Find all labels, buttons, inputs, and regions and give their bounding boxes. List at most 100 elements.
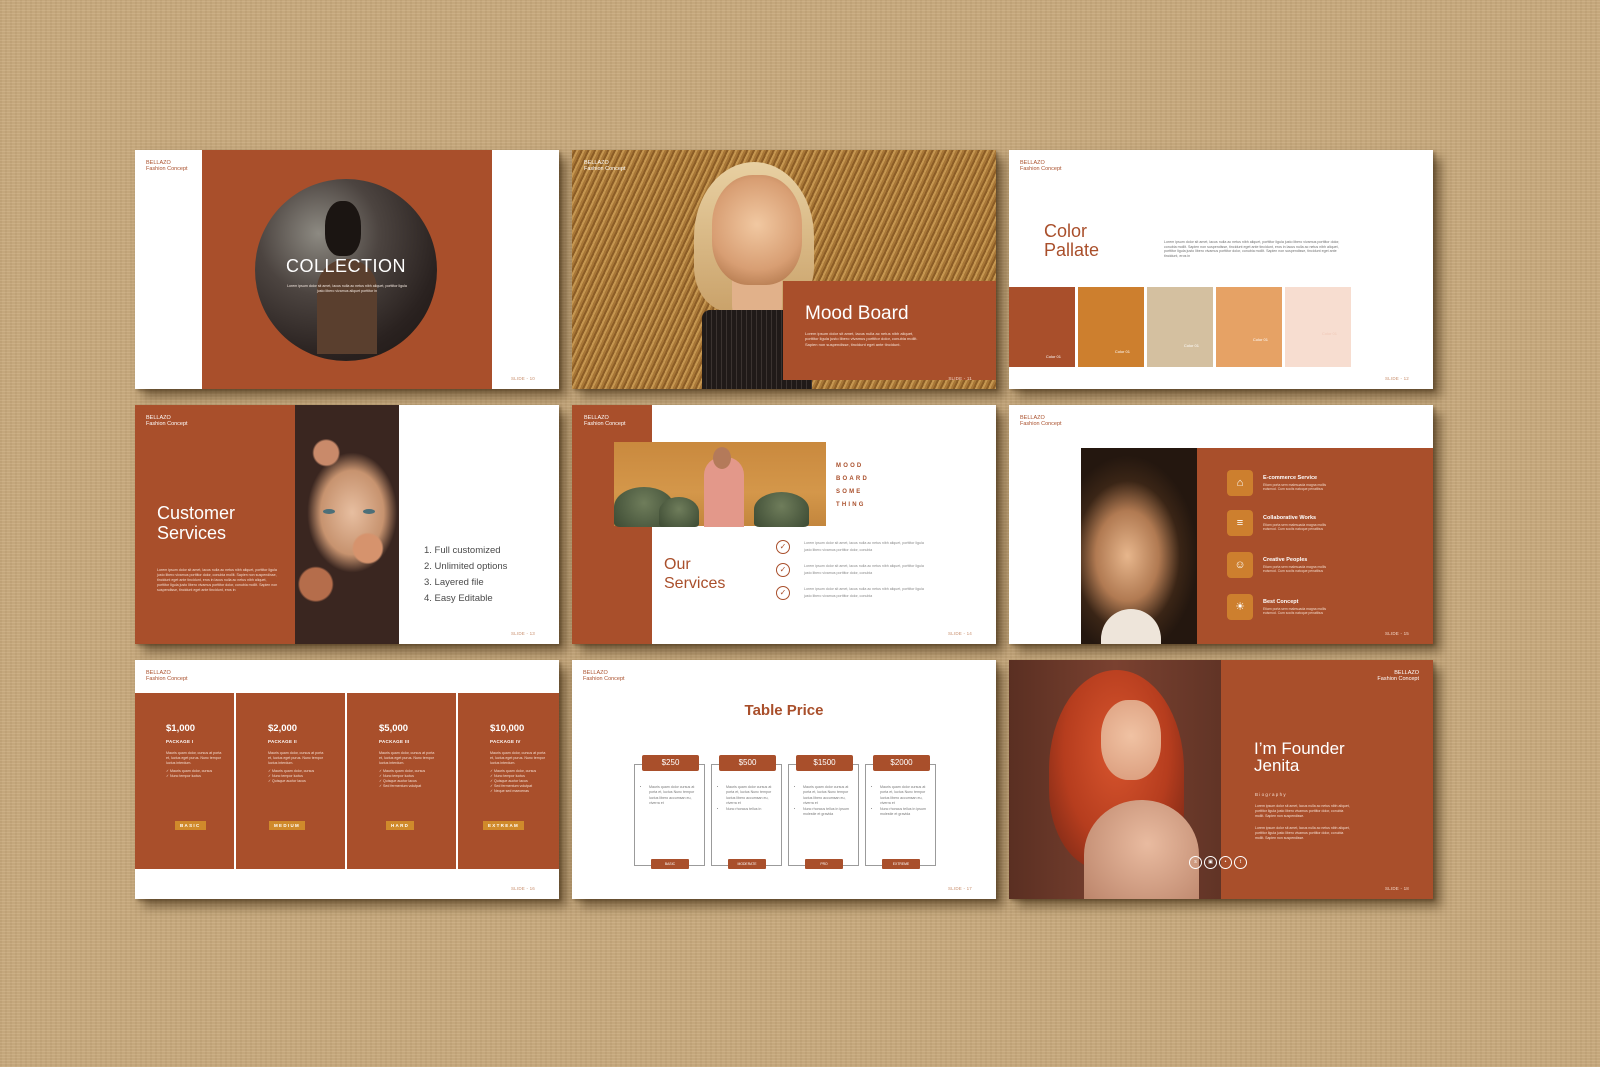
plan-level-button[interactable]: MODERATE <box>728 859 766 869</box>
service-desc: Etiam porta sem malesuada magna mollis e… <box>1263 564 1327 573</box>
photo-detail <box>1101 700 1161 780</box>
slide-color-pallate[interactable]: BELLAZO Fashion Concept Color Pallate Lor… <box>1009 150 1433 389</box>
mood-word: THING <box>836 502 866 508</box>
brand-label: BELLAZO Fashion Concept <box>583 670 625 682</box>
package-column: $1,000 PACKAGE I Mauris quam dolor, cursus… <box>135 693 234 869</box>
package-desc: Mauris quam dolor, cursus at porta et, l… <box>268 751 324 765</box>
slide-our-services[interactable]: BELLAZO Fashion Concept MOOD BOARD SOME THIN… <box>572 405 996 644</box>
color-swatches: Color 01 Color 01 Color 01 Color 01 Color 01 <box>1009 287 1351 367</box>
price-card: $2000 Mauris quam dolor cursus at porta e… <box>865 755 936 869</box>
mood-word: SOME <box>836 489 863 495</box>
slide-number: SLIDE - 16 <box>510 886 535 891</box>
package-tag-button[interactable]: BASIC <box>175 821 206 830</box>
slide-customer-services[interactable]: BELLAZO Fashion Concept Customer Services… <box>135 405 559 644</box>
slide-founder[interactable]: BELLAZO Fashion Concept I’m Founder Jenit… <box>1009 660 1433 899</box>
service-item-text: Lorem ipsum dolor sit amet, lacus nulla … <box>804 540 924 552</box>
package-desc: Mauris quam dolor, cursus at porta et, l… <box>166 751 222 765</box>
service-row: ≡ Collaborative Works Etiam porta sem male… <box>1227 510 1338 536</box>
package-features: Mauris quam dolor, cursusNunc tempor luc… <box>268 769 345 783</box>
package-name: PACKAGE II <box>268 739 297 744</box>
service-item: ✓ Lorem ipsum dolor sit amet, lacus nulla… <box>776 535 924 558</box>
twitter-icon[interactable]: • <box>1219 856 1232 869</box>
slide-title: COLLECTION <box>285 256 407 276</box>
services-panel: ⌂ E-commerce Service Etiam porta sem males… <box>1197 448 1433 644</box>
package-price: $1,000 <box>166 723 196 734</box>
package-features: Mauris quam dolor, cursusNunc tempor luc… <box>166 769 234 779</box>
swatch-label: Color 01 <box>1045 354 1061 359</box>
photo-detail <box>712 175 802 285</box>
package-price: $10,000 <box>490 723 525 734</box>
color-swatch: Color 01 <box>1147 287 1213 367</box>
sliders-icon: ≡ <box>1227 510 1253 536</box>
slide-number: SLIDE - 18 <box>1384 886 1409 891</box>
price-feature: Mauris quam dolor cursus at porta et, lu… <box>726 785 777 807</box>
service-title: Creative Peoples <box>1263 556 1308 563</box>
package-tag-button[interactable]: MEDIUM <box>269 821 306 830</box>
services-photo <box>614 442 826 527</box>
package-tag-button[interactable]: HARD <box>386 821 415 830</box>
slide-table-price[interactable]: BELLAZOFashion Concept Table Price $250 M… <box>572 660 996 899</box>
price-features: Mauris quam dolor cursus at porta et, lu… <box>644 785 700 807</box>
package-desc: Mauris quam dolor, cursus at porta et, l… <box>379 751 435 765</box>
price-header: $500 <box>719 755 776 771</box>
price-card: $1500 Mauris quam dolor cursus at porta e… <box>788 755 859 869</box>
swatch-label: Color 01 <box>1114 349 1130 354</box>
package-tag-button[interactable]: EXTREAM <box>483 821 525 830</box>
price-feature: Nunc rhoncus tellus in ipsum molestie et… <box>803 807 854 818</box>
package-price: $2,000 <box>268 723 298 734</box>
package-columns: $1,000 PACKAGE I Mauris quam dolor, cursus… <box>135 693 559 869</box>
skype-icon[interactable]: s <box>1189 856 1202 869</box>
plan-level-button[interactable]: EXTREME <box>882 859 920 869</box>
service-text: Collaborative Works Etiam porta sem males… <box>1263 515 1338 531</box>
rust-panel: BELLAZO Fashion Concept Customer Services… <box>135 405 295 644</box>
plan-level-button[interactable]: BASIC <box>651 859 689 869</box>
package-feature: Nunc tempor luctus <box>166 774 234 779</box>
feature-list: 1. Full customized 2. Unlimited options 3.… <box>424 543 507 607</box>
check-circle-icon: ✓ <box>776 539 790 554</box>
slide-number: SLIDE - 10 <box>510 376 535 381</box>
slide-number: SLIDE - 14 <box>947 631 972 636</box>
package-price: $5,000 <box>379 723 409 734</box>
package-features: Mauris quam dolor, cursusNunc tempor luc… <box>379 769 456 788</box>
service-text: Creative Peoples Etiam porta sem malesuad… <box>1263 557 1338 573</box>
slide-packages[interactable]: BELLAZO Fashion Concept $1,000 PACKAGE I Ma… <box>135 660 559 899</box>
slide-collection[interactable]: BELLAZO Fashion Concept COLLECTION Lorem … <box>135 150 559 389</box>
mood-words: MOOD BOARD SOME THING <box>836 460 869 512</box>
photo-detail <box>659 497 699 527</box>
package-desc: Mauris quam dolor, cursus at porta et, l… <box>490 751 546 765</box>
slide-mood-board[interactable]: BELLAZO Fashion Concept Mood Board Lorem … <box>572 150 996 389</box>
portrait-photo <box>295 405 399 644</box>
plan-level-button[interactable]: PRO <box>805 859 843 869</box>
service-desc: Etiam porta sem malesuada magna mollis e… <box>1263 522 1327 531</box>
instagram-icon[interactable]: ▣ <box>1204 856 1217 869</box>
slide-title: Our Services <box>664 556 726 592</box>
package-column: $10,000 PACKAGE IV Mauris quam dolor, curs… <box>458 693 559 869</box>
model-photo <box>1081 448 1197 644</box>
slide-title: Mood Board <box>805 303 909 324</box>
price-card: $250 Mauris quam dolor cursus at porta et… <box>634 755 705 869</box>
service-item: ✓ Lorem ipsum dolor sit amet, lacus nulla… <box>776 558 924 581</box>
package-column: $5,000 PACKAGE III Mauris quam dolor, curs… <box>347 693 456 869</box>
check-circle-icon: ✓ <box>776 585 790 600</box>
lightbulb-icon: ☀ <box>1227 594 1253 620</box>
check-circle-icon: ✓ <box>776 562 790 577</box>
tumblr-icon[interactable]: t <box>1234 856 1247 869</box>
service-items: ✓ Lorem ipsum dolor sit amet, lacus nulla… <box>776 535 924 604</box>
swatch-label: Color 01 <box>1252 337 1268 342</box>
bio-paragraph: Lorem ipsum dolor sit amet, lacus nulla … <box>1255 804 1350 818</box>
feature-list-item: 4. Easy Editable <box>424 593 493 604</box>
service-item: ✓ Lorem ipsum dolor sit amet, lacus nulla… <box>776 581 924 604</box>
slide-title: Table Price <box>744 702 824 719</box>
package-name: PACKAGE IV <box>490 739 521 744</box>
brand-label: BELLAZO Fashion Concept <box>1377 670 1419 682</box>
feature-list-item: 3. Layered file <box>424 577 484 588</box>
mood-board-panel: Mood Board Lorem ipsum dolor sit amet, l… <box>783 281 996 380</box>
slide-number: SLIDE - 12 <box>1384 376 1409 381</box>
social-icons: s ▣ • t <box>1189 856 1247 869</box>
brand-label: BELLAZO Fashion Concept <box>146 160 188 172</box>
slide-services-icons[interactable]: BELLAZO Fashion Concept ⌂ E-commerce Servi… <box>1009 405 1433 644</box>
slide-title: I’m Founder Jenita <box>1254 739 1345 775</box>
biography-label: Biography <box>1255 792 1287 797</box>
slide-number: SLIDE - 11 <box>948 376 972 381</box>
brand-label: BELLAZO Fashion Concept <box>146 415 188 427</box>
